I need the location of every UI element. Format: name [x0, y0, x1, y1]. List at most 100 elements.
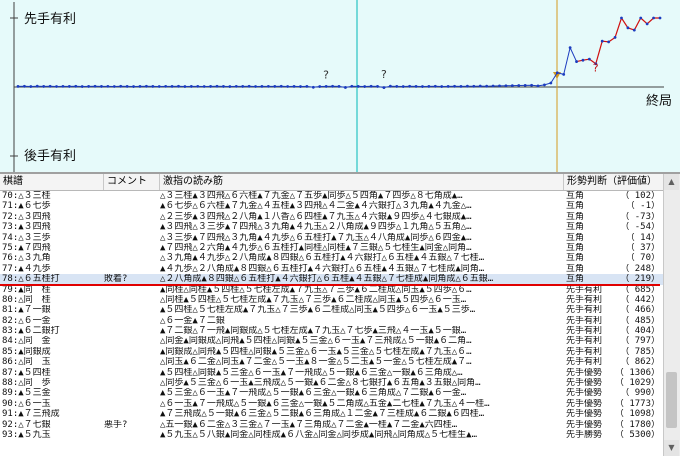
score-cell: （ -73） — [620, 211, 660, 222]
score-cell: （ 785） — [620, 346, 660, 357]
table-row[interactable]: 89:▲５三金 ▲５三金△６一玉▲７一飛成△５一銀▲６三金△一銀▲６三角成△７二銀… — [0, 388, 664, 398]
scrollbar-thumb[interactable] — [666, 372, 677, 428]
score-point — [658, 16, 662, 20]
score-point — [80, 85, 84, 88]
column-header-kifu[interactable]: 棋譜 — [0, 174, 104, 190]
table-row[interactable]: 91:▲７三飛成 ▲７三飛成△５一銀▲６三金△５二銀▲６三角成△１二金▲７三桂成▲… — [0, 409, 664, 419]
move-cell: 87:▲５四桂 — [2, 367, 51, 378]
score-point — [337, 85, 341, 88]
table-row[interactable]: 83:▲６二銀打 ▲７二銀△７一飛▲同銀成△５七桂左成▲７九玉△７七歩▲三飛△４一… — [0, 326, 664, 336]
table-row[interactable]: 86:△同 玉 △同玉▲６二金△同玉▲７二金△５一玉▲８一金△５二玉▲５一金△５七… — [0, 357, 664, 367]
column-header-reading[interactable]: 激指の読み筋 — [160, 174, 564, 190]
table-row[interactable]: 71:▲６七歩 ▲６七歩△６六桂▲７九金△４五桂▲３四飛△４二金▲４六銀打△３九角… — [0, 201, 664, 211]
table-row[interactable]: 79:▲同 桂 ▲同桂△同桂▲５四桂△５七桂左成▲７九玉△７三歩▲６二桂成△同玉▲… — [0, 285, 664, 295]
reading-cell: ▲５四桂△５七桂左成▲７九玉△７三歩▲６二桂成△同玉▲５四歩△６一玉▲５三歩… — [160, 305, 476, 316]
table-row[interactable]: 70:△３三桂 △３三桂▲３四飛△６六桂▲７九金△７五歩▲同歩△５四角▲７四歩△８… — [0, 191, 664, 201]
score-point — [151, 85, 155, 88]
column-header-comment[interactable]: コメント — [104, 174, 160, 190]
judgement-cell: 互角 — [566, 191, 585, 201]
score-point — [183, 85, 187, 88]
reading-cell: △同歩▲５三金△６一玉▲三飛成△５一銀▲６二金△８七銀打▲６五角▲３五銀△同角… — [160, 378, 481, 389]
score-point — [100, 85, 103, 88]
score-point — [119, 84, 123, 88]
score-point — [523, 83, 527, 87]
column-header-evaluation[interactable]: 形勢判断（評価値） — [564, 174, 664, 190]
judgement-cell: 先手優勢 — [566, 378, 603, 389]
table-row[interactable]: 84:△同 金 △同金▲同銀成△同飛▲５四桂△同銀▲５三金△６一玉▲７三飛成△５一… — [0, 336, 664, 346]
comment-cell: 悪手? — [104, 419, 128, 430]
move-cell: 88:△同 歩 — [2, 378, 51, 389]
reading-cell: △３三歩▲７四飛△３九角▲４九歩△６五桂打▲７九玉△４八角成▲同歩△６四金▲… — [160, 232, 472, 243]
vertical-scrollbar[interactable]: ▲ ▼ — [663, 174, 680, 456]
judgement-cell: 先手有利 — [566, 305, 603, 316]
scroll-down-arrow-icon[interactable]: ▼ — [664, 440, 679, 456]
score-point — [67, 85, 71, 88]
score-point — [209, 85, 213, 88]
reading-cell: △同金▲同銀成△同飛▲５四桂△同銀▲５三金△６一玉▲７三飛成△５一銀▲６二角… — [160, 336, 472, 347]
judgement-cell: 先手優勢 — [566, 409, 603, 420]
reading-cell: ▲７二銀△７一飛▲同銀成△５七桂左成▲７九玉△７七歩▲三飛△４一玉▲５一銀… — [160, 326, 467, 337]
judgement-cell: 先手優勢 — [566, 367, 603, 378]
table-row[interactable]: 87:▲５四桂 ▲５四桂△同銀▲５三金△６一玉▲７一飛成△５一銀▲６三金△一銀▲６… — [0, 368, 664, 378]
table-row[interactable]: 75:▲７四飛 ▲７四飛△２六角▲４九歩△６五桂打▲同桂△同桂▲７三銀△５七桂生▲… — [0, 243, 664, 253]
reading-cell: ▲６七歩△６六桂▲７九金△４五桂▲３四飛△４二金▲４六銀打△３九角▲４九金△… — [160, 201, 472, 212]
reading-cell: △同玉▲６二金△同玉▲７二金△５一玉▲８一金△５二玉▲５一金△５七桂左成▲７… — [160, 357, 472, 368]
score-point — [74, 84, 78, 88]
score-point — [177, 84, 180, 88]
table-row[interactable]: 72:△３四飛 △２三歩▲３四飛△２八角▲１八香△６四桂▲７九玉△４六銀▲９四歩△… — [0, 212, 664, 222]
score-point — [125, 85, 129, 88]
move-cell: 74:△３三歩 — [2, 232, 51, 243]
table-row[interactable]: 76:△３九角 △３九角▲４九歩△２八角成▲８四銀△６五桂打▲４六銀打△６五桂▲４… — [0, 253, 664, 263]
table-row[interactable]: 88:△同 歩 △同歩▲５三金△６一玉▲三飛成△５一銀▲６二金△８七銀打▲６五角▲… — [0, 378, 664, 388]
judgement-cell: 先手勝勢 — [566, 429, 603, 440]
judgement-cell: 先手有利 — [566, 336, 603, 347]
table-row[interactable]: 80:△同 桂 △同桂▲５四桂△５七桂左成▲７九玉△７三歩▲６二桂成△同玉▲５四歩… — [0, 295, 664, 305]
question-mark-annotation: ? — [381, 68, 387, 81]
score-point — [324, 85, 328, 88]
label-sente-advantage: 先手有利 — [24, 12, 76, 27]
move-cell: 72:△３四飛 — [2, 211, 51, 222]
table-row[interactable]: 77:▲４九歩 ▲４九歩△２八角成▲８四銀△６五桂打▲４六銀打△６五桂▲４五銀△７… — [0, 264, 664, 274]
table-row[interactable]: 81:▲７一銀 ▲５四桂△５七桂左成▲７九玉△７三歩▲６二桂成△同玉▲５四歩△６一… — [0, 305, 664, 315]
move-cell: 86:△同 玉 — [2, 357, 51, 368]
score-point — [234, 84, 238, 88]
table-row[interactable]: 85:▲同銀成 ▲同銀成△同飛▲５四桂△同銀▲５三金△６一玉▲５三金△５七桂左成▲… — [0, 347, 664, 357]
table-row[interactable]: 74:△３三歩 △３三歩▲７四飛△３九角▲４九歩△６五桂打▲７九玉△４八角成▲同歩… — [0, 233, 664, 243]
score-point — [613, 36, 617, 39]
score-point — [299, 85, 302, 88]
score-point — [382, 86, 386, 89]
move-cell: 80:△同 桂 — [2, 294, 51, 305]
table-row[interactable]: 73:▲３四飛 ▲３四飛△３三歩▲７四飛△３九角▲４九玉△２八角成▲９四歩△１九角… — [0, 222, 664, 232]
score-point — [350, 84, 354, 88]
table-row[interactable]: 82:△６一金 △６一金▲７二銀 先手有利 （ 485） — [0, 316, 664, 326]
score-point — [607, 40, 611, 44]
score-point — [581, 58, 585, 62]
score-point — [286, 85, 290, 88]
move-list-header: 棋譜 コメント 激指の読み筋 形勢判断（評価値） — [0, 174, 664, 191]
score-point — [510, 84, 514, 88]
score-cell: （ 685） — [620, 284, 660, 295]
reading-cell: ▲３四飛△３三歩▲７四飛△３九角▲４九玉△２八角成▲９四歩△１九角△５五角△… — [160, 222, 472, 233]
judgement-cell: 先手優勢 — [566, 419, 603, 430]
score-point — [395, 85, 399, 88]
scroll-up-arrow-icon[interactable]: ▲ — [664, 174, 679, 190]
table-row[interactable]: 93:▲５九玉 ▲５九玉△５八銀▲同金△同桂成▲６八金△同金△同歩成▲同飛△同角成… — [0, 430, 664, 440]
evaluation-graph[interactable]: 先手有利後手有利 終局??? — [0, 0, 680, 172]
score-point — [408, 84, 412, 88]
judgement-cell: 先手優勢 — [566, 398, 603, 409]
score-point — [273, 85, 277, 88]
score-point — [132, 85, 135, 88]
table-row[interactable]: 92:△７七銀 悪手? △五一銀▲６二金△３三金△７一玉▲７三角成△７二金▲一桂▲７… — [0, 420, 664, 430]
score-point — [440, 85, 444, 88]
score-point — [222, 85, 225, 88]
reading-cell: ▲７三飛成△５一銀▲６三金△５二銀▲６三角成△１二金▲７三桂成▲６二銀▲６四桂… — [160, 409, 485, 420]
score-cell: （ -1） — [625, 201, 660, 212]
current-move-indicator — [0, 283, 660, 286]
judgement-cell: 先手有利 — [566, 284, 603, 295]
table-row[interactable]: 90:△６一玉 △６一玉▲７一飛成△５一銀▲６三金△一銀▲５二角成△五金▲二七桂▲… — [0, 399, 664, 409]
judgement-cell: 先手有利 — [566, 326, 603, 337]
score-point — [587, 57, 591, 61]
score-point — [600, 39, 604, 43]
score-point — [632, 28, 636, 32]
reading-cell: △同桂▲５四桂△５七桂左成▲７九玉△７三歩▲６二桂成△同玉▲５四歩△６一玉… — [160, 294, 467, 305]
